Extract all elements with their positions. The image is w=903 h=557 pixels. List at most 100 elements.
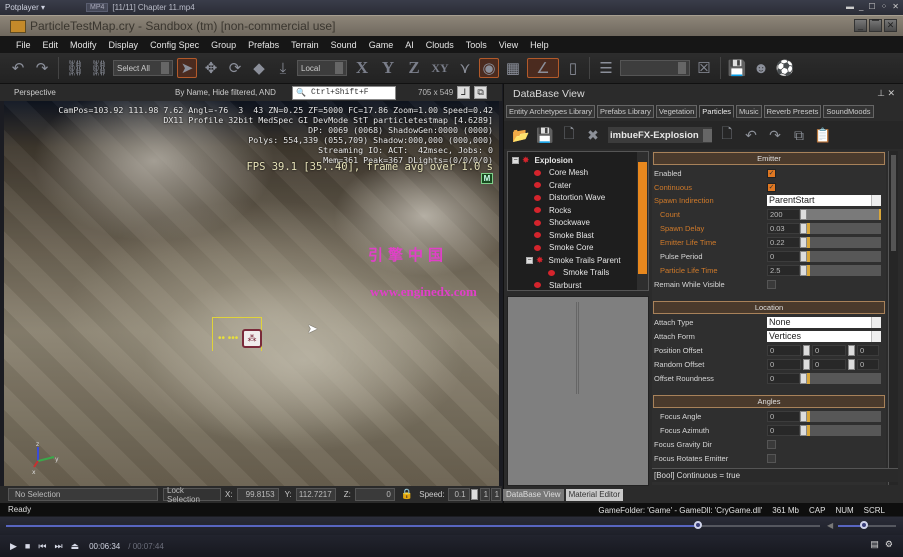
pulse-period-slider[interactable] <box>807 250 881 262</box>
particle-life-time-spinner[interactable] <box>800 264 807 276</box>
menu-view[interactable]: View <box>493 40 524 50</box>
tree-item[interactable]: Rocks <box>534 204 571 217</box>
link-icon[interactable]: ⛓ <box>65 58 85 78</box>
settings-icon[interactable]: ⚙ <box>885 539 893 550</box>
collapse-icon[interactable]: − <box>512 156 519 164</box>
focus-angle-spinner[interactable] <box>800 410 807 422</box>
tree-item-smoke-trails-parent[interactable]: − ✸ Smoke Trails Parent <box>526 254 621 267</box>
seek-bar[interactable] <box>6 521 820 529</box>
select-arrow-icon[interactable]: ➤ <box>177 58 197 78</box>
add-item-icon[interactable]: 🗋 <box>718 125 736 144</box>
spawn-delay-spinner[interactable] <box>800 222 807 234</box>
lock-selection-button[interactable]: Lock Selection <box>163 486 221 504</box>
grid-icon[interactable]: ▦ <box>503 58 523 78</box>
spawn-delay-input[interactable]: 0.03 <box>767 222 800 234</box>
enabled-checkbox[interactable]: ✓ <box>767 168 776 178</box>
redo-icon[interactable]: ↷ <box>32 58 52 78</box>
focus-azimuth-input[interactable]: 0 <box>767 424 800 436</box>
menu-tools[interactable]: Tools <box>460 40 493 50</box>
particle-life-time-slider[interactable] <box>807 264 881 276</box>
x-coordinate-input[interactable]: 99.8153 <box>236 488 279 501</box>
tab-particles[interactable]: Particles <box>699 105 735 118</box>
close-icon[interactable]: ✕ <box>887 88 895 98</box>
terrain-snap-icon[interactable]: ⋎ <box>455 58 475 78</box>
menu-ai[interactable]: AI <box>399 40 420 50</box>
axis-z-button[interactable]: Z <box>403 58 425 78</box>
angle-snap-icon[interactable]: ∠ <box>527 58 559 78</box>
emitter-life-time-slider[interactable] <box>807 236 881 248</box>
menu-modify[interactable]: Modify <box>64 40 103 50</box>
copy-icon[interactable]: ⧉ <box>790 126 808 144</box>
offset-roundness-input[interactable]: 0 <box>767 372 800 384</box>
count-input[interactable]: 200 <box>767 208 800 220</box>
tree-item[interactable]: Smoke Trails <box>548 267 609 280</box>
maximize-icon[interactable]: ☐ <box>868 2 875 11</box>
focus-azimuth-spinner[interactable] <box>800 424 807 436</box>
speed-input[interactable]: 0.1 <box>447 488 470 501</box>
spinner[interactable] <box>803 344 810 356</box>
menu-clouds[interactable]: Clouds <box>420 40 460 50</box>
selection-list-icon[interactable]: ☰ <box>596 58 616 78</box>
menu-group[interactable]: Group <box>205 40 242 50</box>
ai-icon[interactable]: ☻ <box>751 58 771 78</box>
collapse-icon[interactable]: − <box>526 256 533 264</box>
tab-database-view[interactable]: DataBase View <box>503 489 564 501</box>
axis-xy-button[interactable]: XY <box>429 61 451 76</box>
focus-gravity-dir-checkbox[interactable] <box>767 439 776 449</box>
emitter-life-time-input[interactable]: 0.22 <box>767 236 800 248</box>
continuous-checkbox[interactable]: ✓ <box>767 182 776 192</box>
section-emitter[interactable]: Emitter <box>653 152 885 165</box>
pulse-period-spinner[interactable] <box>800 250 807 262</box>
particle-emitter-icon[interactable]: ⁂ <box>242 329 262 348</box>
menu-help[interactable]: Help <box>524 40 555 50</box>
focus-azimuth-slider[interactable] <box>807 424 881 436</box>
menu-config-spec[interactable]: Config Spec <box>144 40 205 50</box>
delete-icon[interactable]: ✖ <box>584 126 602 144</box>
tree-item[interactable]: Crater <box>534 179 571 192</box>
unlink-icon[interactable]: ⛓ <box>89 58 109 78</box>
menu-sound[interactable]: Sound <box>325 40 363 50</box>
random-offset-z[interactable]: 0 <box>857 358 879 370</box>
save-icon[interactable]: 💾 <box>536 126 554 144</box>
next-icon[interactable]: ⏭ <box>54 541 62 552</box>
random-offset-x[interactable]: 0 <box>767 358 801 370</box>
tab-vegetation[interactable]: Vegetation <box>655 105 698 118</box>
paste-icon[interactable]: 📋 <box>814 126 832 144</box>
count-spinner[interactable] <box>800 208 807 220</box>
section-location[interactable]: Location <box>653 301 885 314</box>
pulse-period-input[interactable]: 0 <box>767 250 800 262</box>
pin-icon[interactable]: ⊥ <box>877 88 885 98</box>
tab-reverb-presets[interactable]: Reverb Presets <box>763 105 822 118</box>
attach-type-dropdown[interactable]: None <box>767 316 881 328</box>
tab-entity-archetypes[interactable]: Entity Archetypes Library <box>506 105 595 118</box>
menu-game[interactable]: Game <box>363 40 400 50</box>
count-slider[interactable] <box>807 208 881 220</box>
named-selection-dropdown[interactable] <box>620 60 690 76</box>
tree-item[interactable]: Smoke Core <box>534 242 593 255</box>
y-coordinate-input[interactable]: 112.7217 <box>295 488 336 501</box>
random-offset-y[interactable]: 0 <box>812 358 846 370</box>
redo-icon[interactable]: ↷ <box>766 126 784 144</box>
menu-terrain[interactable]: Terrain <box>285 40 325 50</box>
tree-item[interactable]: Starburst <box>534 279 581 292</box>
remain-while-visible-checkbox[interactable] <box>767 279 776 289</box>
tree-item[interactable]: Core Mesh <box>534 167 588 180</box>
select-filter-dropdown[interactable]: Select All <box>113 60 173 76</box>
spawn-delay-slider[interactable] <box>807 222 881 234</box>
new-library-icon[interactable]: 🗋 <box>560 125 578 144</box>
z-coordinate-input[interactable]: 0 <box>354 488 395 501</box>
spinner[interactable] <box>848 344 855 356</box>
potplayer-menu-button[interactable]: Potplayer ▾ <box>0 3 84 12</box>
minimize-icon[interactable]: _ <box>859 2 863 11</box>
offset-roundness-slider[interactable] <box>807 372 881 384</box>
playlist-icon[interactable]: ▤ <box>870 539 879 550</box>
viewport-search-input[interactable]: 🔍 Ctrl+Shift+F <box>292 85 396 100</box>
close-button[interactable]: ✕ <box>884 19 897 32</box>
attach-form-dropdown[interactable]: Vertices <box>767 330 881 342</box>
minimize-button[interactable]: _ <box>854 19 867 32</box>
physics-icon[interactable]: ⚽ <box>775 58 795 78</box>
move-icon[interactable]: ✥ <box>201 58 221 78</box>
maximize-viewport-icon[interactable]: ⧉ <box>474 86 488 99</box>
ruler-icon[interactable]: ▯ <box>563 58 583 78</box>
tree-scrollbar[interactable] <box>637 152 648 290</box>
